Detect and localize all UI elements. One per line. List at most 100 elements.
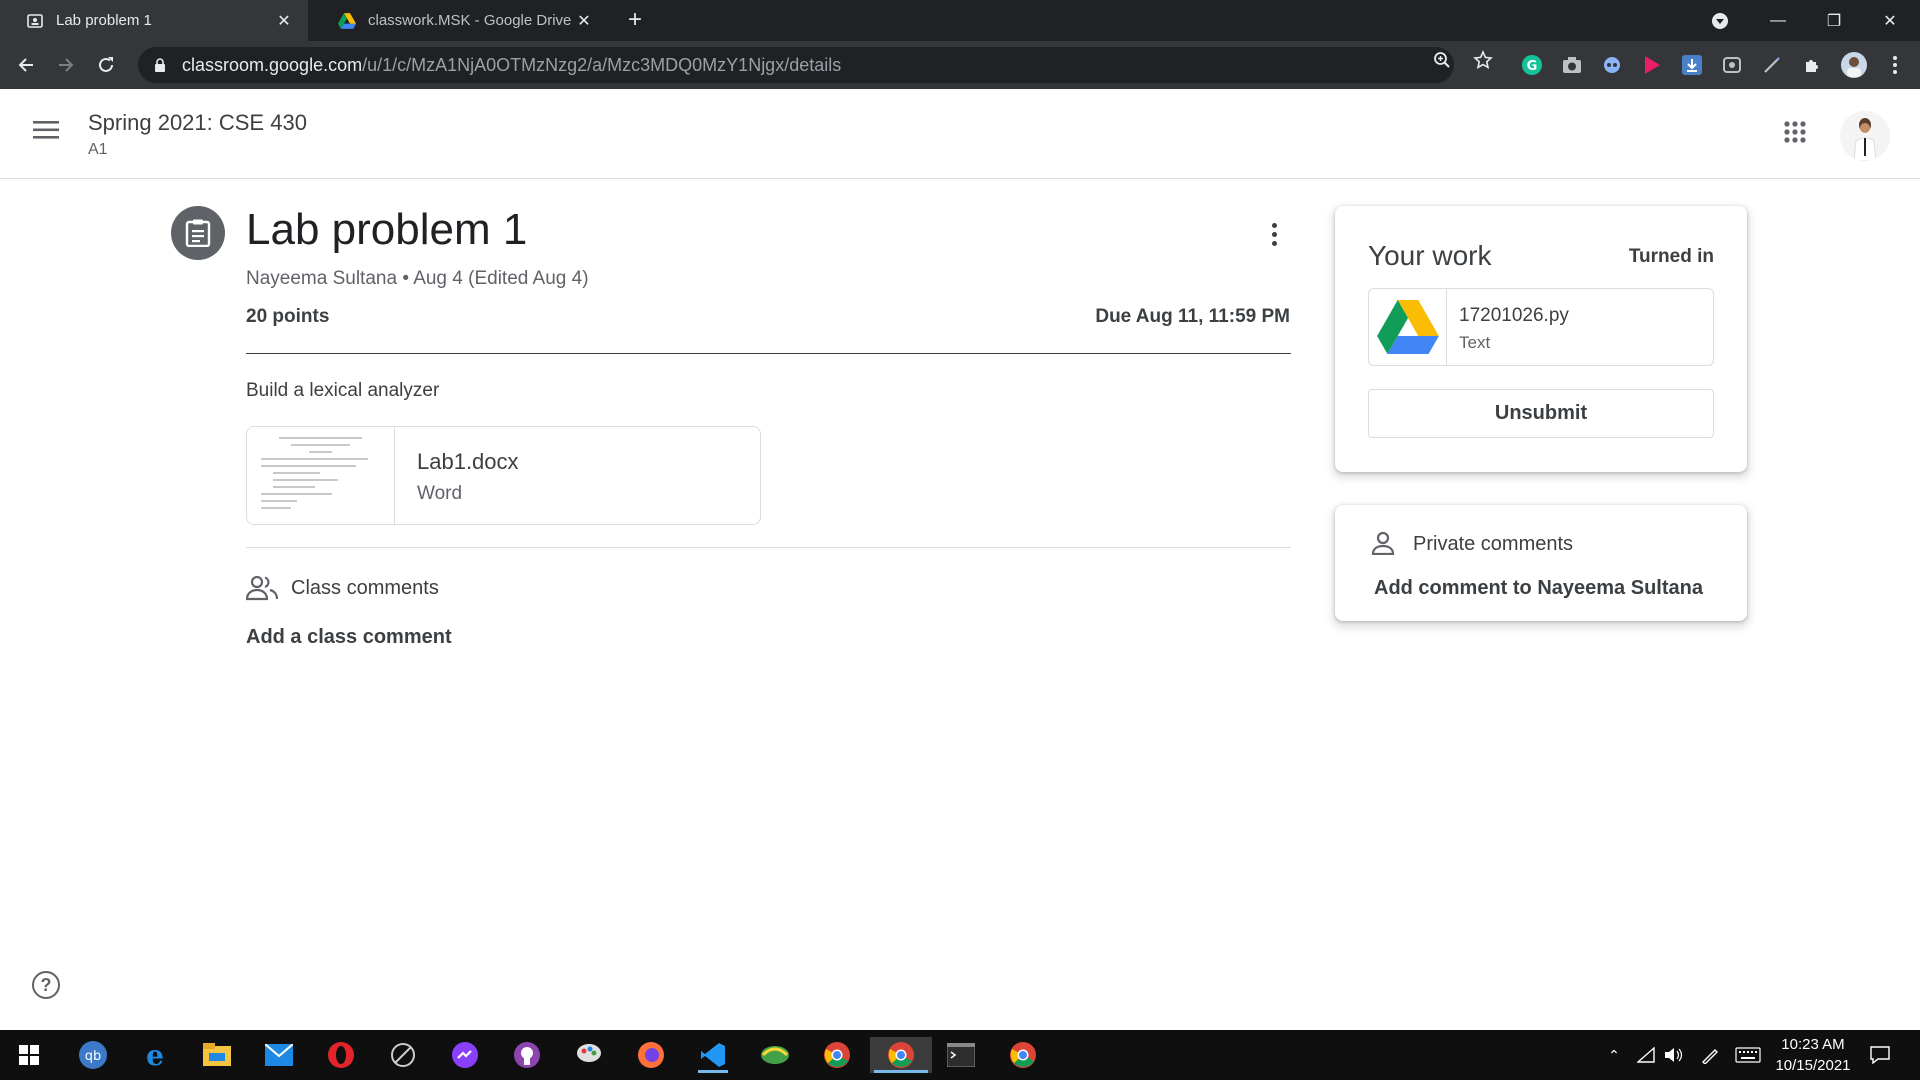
close-icon[interactable]: ✕ bbox=[574, 11, 594, 31]
file-name: 17201026.py bbox=[1459, 305, 1569, 326]
document-thumbnail bbox=[247, 427, 395, 524]
account-avatar[interactable] bbox=[1840, 111, 1890, 161]
add-class-comment-button[interactable]: Add a class comment bbox=[246, 626, 452, 649]
forward-arrow-icon[interactable] bbox=[52, 51, 80, 79]
unsubmit-button[interactable]: Unsubmit bbox=[1368, 389, 1714, 438]
google-drive-icon bbox=[1369, 289, 1447, 365]
submitted-file[interactable]: 17201026.py Text bbox=[1368, 288, 1714, 366]
tab-title: classwork.MSK - Google Drive bbox=[368, 12, 572, 29]
zoom-icon[interactable] bbox=[1432, 50, 1452, 70]
private-comments-card: Private comments Add comment to Nayeema … bbox=[1335, 505, 1747, 621]
chrome-active-icon[interactable] bbox=[870, 1037, 932, 1073]
assignment-title: Lab problem 1 bbox=[246, 205, 528, 254]
tab-search-icon[interactable] bbox=[1708, 9, 1732, 33]
screen-extension-icon[interactable] bbox=[1720, 53, 1744, 77]
new-tab-button[interactable]: + bbox=[622, 8, 648, 34]
profile-avatar-icon[interactable] bbox=[1840, 51, 1868, 79]
attachment-name: Lab1.docx bbox=[417, 449, 519, 474]
course-section: A1 bbox=[88, 141, 108, 158]
keyboard-icon[interactable] bbox=[1734, 1045, 1762, 1065]
help-icon[interactable]: ? bbox=[32, 971, 60, 999]
maps-app-icon[interactable] bbox=[756, 1037, 794, 1073]
firefox-icon[interactable] bbox=[632, 1037, 670, 1073]
chevron-up-icon[interactable]: ⌃ bbox=[1604, 1045, 1624, 1065]
more-options-icon[interactable] bbox=[1260, 218, 1288, 250]
attachment-info: Lab1.docx Word bbox=[395, 427, 519, 524]
classroom-header: Spring 2021: CSE 430 A1 bbox=[0, 89, 1920, 179]
active-indicator bbox=[698, 1070, 728, 1073]
grammarly-extension-icon[interactable]: G bbox=[1520, 53, 1544, 77]
extension-eye-icon[interactable] bbox=[1600, 53, 1624, 77]
assignment-due-date: Due Aug 11, 11:59 PM bbox=[1095, 306, 1290, 327]
volume-icon[interactable] bbox=[1664, 1045, 1684, 1065]
clock-time: 10:23 AM bbox=[1781, 1036, 1845, 1053]
active-indicator bbox=[874, 1070, 928, 1073]
main-menu-icon[interactable] bbox=[33, 119, 65, 149]
terminal-icon[interactable] bbox=[942, 1037, 980, 1073]
paint-app-icon[interactable] bbox=[570, 1037, 608, 1073]
svg-text:G: G bbox=[1527, 59, 1538, 74]
private-comments-label: Private comments bbox=[1413, 533, 1574, 555]
edge-browser-icon[interactable]: e bbox=[136, 1037, 174, 1073]
classroom-favicon-icon bbox=[26, 12, 44, 30]
clock-date: 10/15/2021 bbox=[1775, 1057, 1851, 1074]
class-comments-label: Class comments bbox=[291, 577, 439, 599]
assignment-description: Build a lexical analyzer bbox=[246, 380, 440, 401]
your-work-card: Your work Turned in 17201026.py Text Uns… bbox=[1335, 206, 1747, 472]
network-icon[interactable] bbox=[1636, 1045, 1656, 1065]
person-icon bbox=[1371, 531, 1395, 557]
url-path: /u/1/c/MzA1NjA0OTMzNzg2/a/Mzc3MDQ0MzY1Nj… bbox=[362, 54, 842, 75]
chrome-profile-icon[interactable] bbox=[818, 1037, 856, 1073]
chrome-menu-icon[interactable] bbox=[1883, 53, 1907, 77]
file-info: 17201026.py Text bbox=[1447, 289, 1569, 365]
messenger-icon[interactable] bbox=[446, 1037, 484, 1073]
opera-icon[interactable] bbox=[322, 1037, 360, 1073]
tab-lab-problem[interactable]: Lab problem 1 ✕ bbox=[0, 0, 308, 41]
system-clock[interactable]: 10:23 AM 10/15/2021 bbox=[1768, 1034, 1858, 1076]
back-arrow-icon[interactable] bbox=[12, 51, 40, 79]
chrome-second-profile-icon[interactable] bbox=[1004, 1037, 1042, 1073]
pen-extension-icon[interactable] bbox=[1760, 53, 1784, 77]
bookmark-star-icon[interactable] bbox=[1473, 50, 1493, 70]
play-extension-icon[interactable] bbox=[1640, 53, 1664, 77]
people-icon bbox=[245, 575, 279, 601]
google-drive-favicon-icon bbox=[338, 12, 356, 30]
restore-icon[interactable]: ❐ bbox=[1806, 0, 1862, 41]
file-explorer-icon[interactable] bbox=[198, 1037, 236, 1073]
svg-text:e: e bbox=[146, 1041, 164, 1069]
browser-tab-bar: Lab problem 1 ✕ classwork.MSK - Google D… bbox=[0, 0, 1920, 41]
pen-tray-icon[interactable] bbox=[1700, 1045, 1720, 1065]
close-icon[interactable]: ✕ bbox=[274, 11, 294, 31]
windows-taskbar: qb e ⌃ 10:23 AM 10/15/2021 bbox=[0, 1030, 1920, 1080]
lock-icon[interactable] bbox=[152, 57, 168, 73]
qbittorrent-icon[interactable]: qb bbox=[74, 1037, 112, 1073]
your-work-title: Your work bbox=[1368, 240, 1492, 271]
vscode-icon[interactable] bbox=[694, 1037, 732, 1073]
attachment-card[interactable]: Lab1.docx Word bbox=[246, 426, 761, 525]
notifications-icon[interactable] bbox=[1870, 1045, 1890, 1065]
file-type: Text bbox=[1459, 333, 1491, 352]
satellite-app-icon[interactable] bbox=[384, 1037, 422, 1073]
course-title[interactable]: Spring 2021: CSE 430 bbox=[88, 110, 307, 136]
svg-text:qb: qb bbox=[85, 1049, 102, 1064]
google-apps-icon[interactable] bbox=[1783, 120, 1815, 152]
download-extension-icon[interactable] bbox=[1680, 53, 1704, 77]
url-host: classroom.google.com bbox=[182, 54, 363, 75]
divider bbox=[246, 353, 1291, 354]
divider bbox=[246, 547, 1291, 548]
minimize-icon[interactable]: — bbox=[1750, 0, 1806, 41]
url-text: classroom.google.com/u/1/c/MzA1NjA0OTMzN… bbox=[182, 55, 841, 76]
add-private-comment-button[interactable]: Add comment to Nayeema Sultana bbox=[1374, 577, 1703, 600]
assignment-points: 20 points bbox=[246, 306, 330, 327]
mail-icon[interactable] bbox=[260, 1037, 298, 1073]
tab-title: Lab problem 1 bbox=[56, 12, 152, 29]
windows-start-icon[interactable] bbox=[10, 1037, 48, 1073]
reload-icon[interactable] bbox=[92, 51, 120, 79]
github-desktop-icon[interactable] bbox=[508, 1037, 546, 1073]
tab-google-drive[interactable]: classwork.MSK - Google Drive ✕ bbox=[312, 0, 608, 41]
window-close-icon[interactable]: ✕ bbox=[1862, 0, 1918, 41]
camera-extension-icon[interactable] bbox=[1560, 53, 1584, 77]
address-bar[interactable]: classroom.google.com/u/1/c/MzA1NjA0OTMzN… bbox=[138, 47, 1454, 83]
assignment-meta: Nayeema Sultana • Aug 4 (Edited Aug 4) bbox=[246, 268, 589, 289]
puzzle-extensions-icon[interactable] bbox=[1800, 53, 1824, 77]
